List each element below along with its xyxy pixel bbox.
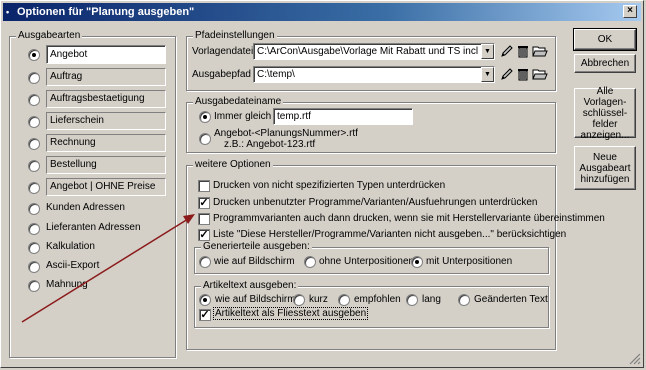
radio-lieferschein[interactable] — [28, 116, 40, 128]
label-unbenutzte-programme: Drucken unbenutzter Programme/Varianten/… — [213, 197, 538, 208]
radio-ascii-export[interactable] — [28, 261, 40, 273]
label-gen-wie-bildschirm: wie auf Bildschirm — [214, 256, 295, 267]
radio-art-lang[interactable] — [406, 294, 418, 306]
label-art-geaenderter-text: Geänderten Text — [474, 294, 548, 305]
radio-immer-gleich[interactable] — [199, 111, 211, 123]
dateiname-input[interactable]: temp.rtf — [273, 108, 413, 125]
vorlagendatei-select[interactable]: C:\ArCon\Ausgabe\Vorlage Mit Rabatt und … — [253, 43, 495, 60]
label-art-empfohlen: empfohlen — [354, 294, 401, 305]
ausgabearten-legend: Ausgabearten — [16, 30, 83, 41]
ausgabepfad-dropdown-arrow[interactable]: ▼ — [481, 67, 494, 82]
label-nicht-spezifiziert: Drucken von nicht spezifizierten Typen u… — [213, 180, 446, 191]
radio-bestellung[interactable] — [28, 160, 40, 172]
label-gen-ohne-unterpositionen: ohne Unterpositionen — [319, 256, 415, 267]
label-immer-gleich: Immer gleich — [214, 111, 272, 122]
doc-type-angebot[interactable]: Angebot — [46, 45, 166, 64]
radio-auftrag[interactable] — [28, 72, 40, 84]
checkbox-fliesstext[interactable]: ✓ — [199, 309, 211, 321]
doc-type-lieferschein: Lieferschein — [46, 112, 166, 130]
label-gen-mit-unterpositionen: mit Unterpositionen — [426, 256, 513, 267]
label-lieferanten-adressen: Lieferanten Adressen — [46, 222, 141, 233]
generierteile-legend: Generierteile ausgeben: — [201, 241, 312, 252]
doc-type-auftrag: Auftrag — [46, 68, 166, 86]
label-ascii-export: Ascii-Export — [46, 260, 100, 271]
radio-kalkulation[interactable] — [28, 242, 40, 254]
close-button[interactable]: × — [623, 5, 637, 18]
radio-kunden-adressen[interactable] — [28, 203, 40, 215]
open-folder-icon[interactable] — [532, 43, 548, 59]
checkbox-liste-berücksichtigen[interactable]: ✓ — [198, 229, 210, 241]
radio-art-geaenderter-text[interactable] — [458, 294, 470, 306]
label-angebot-nummer: Angebot-<PlanungsNummer>.rtf — [214, 128, 358, 139]
label-kalkulation: Kalkulation — [46, 241, 95, 252]
label-art-wie-bildschirm: wie auf Bildschirm — [215, 294, 296, 305]
checkbox-nicht-spezifiziert[interactable] — [198, 180, 210, 192]
ausgabepfad-label: Ausgabepfad — [192, 69, 251, 80]
radio-mahnung[interactable] — [28, 280, 40, 292]
artikeltext-legend: Artikeltext ausgeben: — [201, 280, 299, 291]
label-kunden-adressen: Kunden Adressen — [46, 202, 125, 213]
radio-auftragsbestaetigung[interactable] — [28, 94, 40, 106]
radio-angebot[interactable] — [28, 49, 40, 61]
title-bar[interactable]: • Optionen für "Planung ausgeben" × — [3, 3, 641, 21]
doc-type-rechnung: Rechnung — [46, 134, 166, 152]
checkbox-programmvarianten[interactable] — [198, 213, 210, 225]
ok-button[interactable]: OK — [573, 28, 637, 51]
ausgabedateiname-legend: Ausgabedateiname — [193, 96, 284, 107]
abbrechen-button[interactable]: Abbrechen — [574, 54, 636, 73]
weitere-optionen-legend: weitere Optionen — [193, 159, 273, 170]
delete-trash-icon[interactable] — [515, 43, 531, 59]
doc-type-bestellung: Bestellung — [46, 156, 166, 174]
radio-angebot-nummer[interactable] — [199, 133, 211, 145]
window-title: Optionen für "Planung ausgeben" — [17, 6, 195, 18]
radio-angebot-ohne-preise[interactable] — [28, 182, 40, 194]
label-liste-beruecksichtigen: Liste "Diese Hersteller/Programme/Varian… — [213, 229, 567, 240]
size-grip-icon[interactable] — [627, 351, 641, 365]
neue-ausgabeart-button[interactable]: Neue Ausgabeart hinzufügen — [574, 146, 636, 190]
label-art-kurz: kurz — [309, 294, 328, 305]
radio-art-empfohlen[interactable] — [338, 294, 350, 306]
artikeltext-group: Artikeltext ausgeben: — [194, 280, 549, 328]
label-programmvarianten: Programmvarianten auch dann drucken, wen… — [213, 213, 605, 224]
label-art-lang: lang — [422, 294, 441, 305]
radio-art-kurz[interactable] — [293, 294, 305, 306]
edit-pencil-icon[interactable] — [499, 66, 515, 82]
radio-lieferanten-adressen[interactable] — [28, 223, 40, 235]
ausgabepfad-select[interactable]: C:\temp\ — [253, 66, 495, 83]
delete-trash-icon[interactable] — [515, 66, 531, 82]
dialog-window: • Optionen für "Planung ausgeben" × Ausg… — [0, 0, 644, 368]
radio-gen-ohne-unterpositionen[interactable] — [304, 256, 316, 268]
vorlagendatei-label: Vorlagendatei — [192, 46, 254, 57]
checkbox-unbenutzte-programme[interactable]: ✓ — [198, 197, 210, 209]
label-fliesstext: Artikeltext als Fliesstext ausgeben — [212, 307, 369, 320]
app-icon: • — [6, 7, 10, 17]
label-mahnung: Mahnung — [46, 279, 88, 290]
radio-gen-wie-bildschirm[interactable] — [199, 256, 211, 268]
label-angebot-beispiel: z.B.: Angebot-123.rtf — [224, 139, 316, 150]
radio-gen-mit-unterpositionen[interactable] — [411, 256, 423, 268]
vorlagendatei-dropdown-arrow[interactable]: ▼ — [481, 44, 494, 59]
doc-type-angebot-ohne-preise: Angebot | OHNE Preise — [46, 178, 166, 196]
doc-type-auftragsbestaetigung: Auftragsbestaetigung — [46, 90, 166, 108]
radio-art-wie-bildschirm[interactable] — [199, 294, 211, 306]
pfadeinstellungen-legend: Pfadeinstellungen — [193, 30, 277, 41]
edit-pencil-icon[interactable] — [499, 43, 515, 59]
open-folder-icon[interactable] — [532, 66, 548, 82]
vorlagen-schluessel-button[interactable]: Alle Vorlagen- schlüssel- felder anzeige… — [574, 86, 636, 141]
radio-rechnung[interactable] — [28, 138, 40, 150]
